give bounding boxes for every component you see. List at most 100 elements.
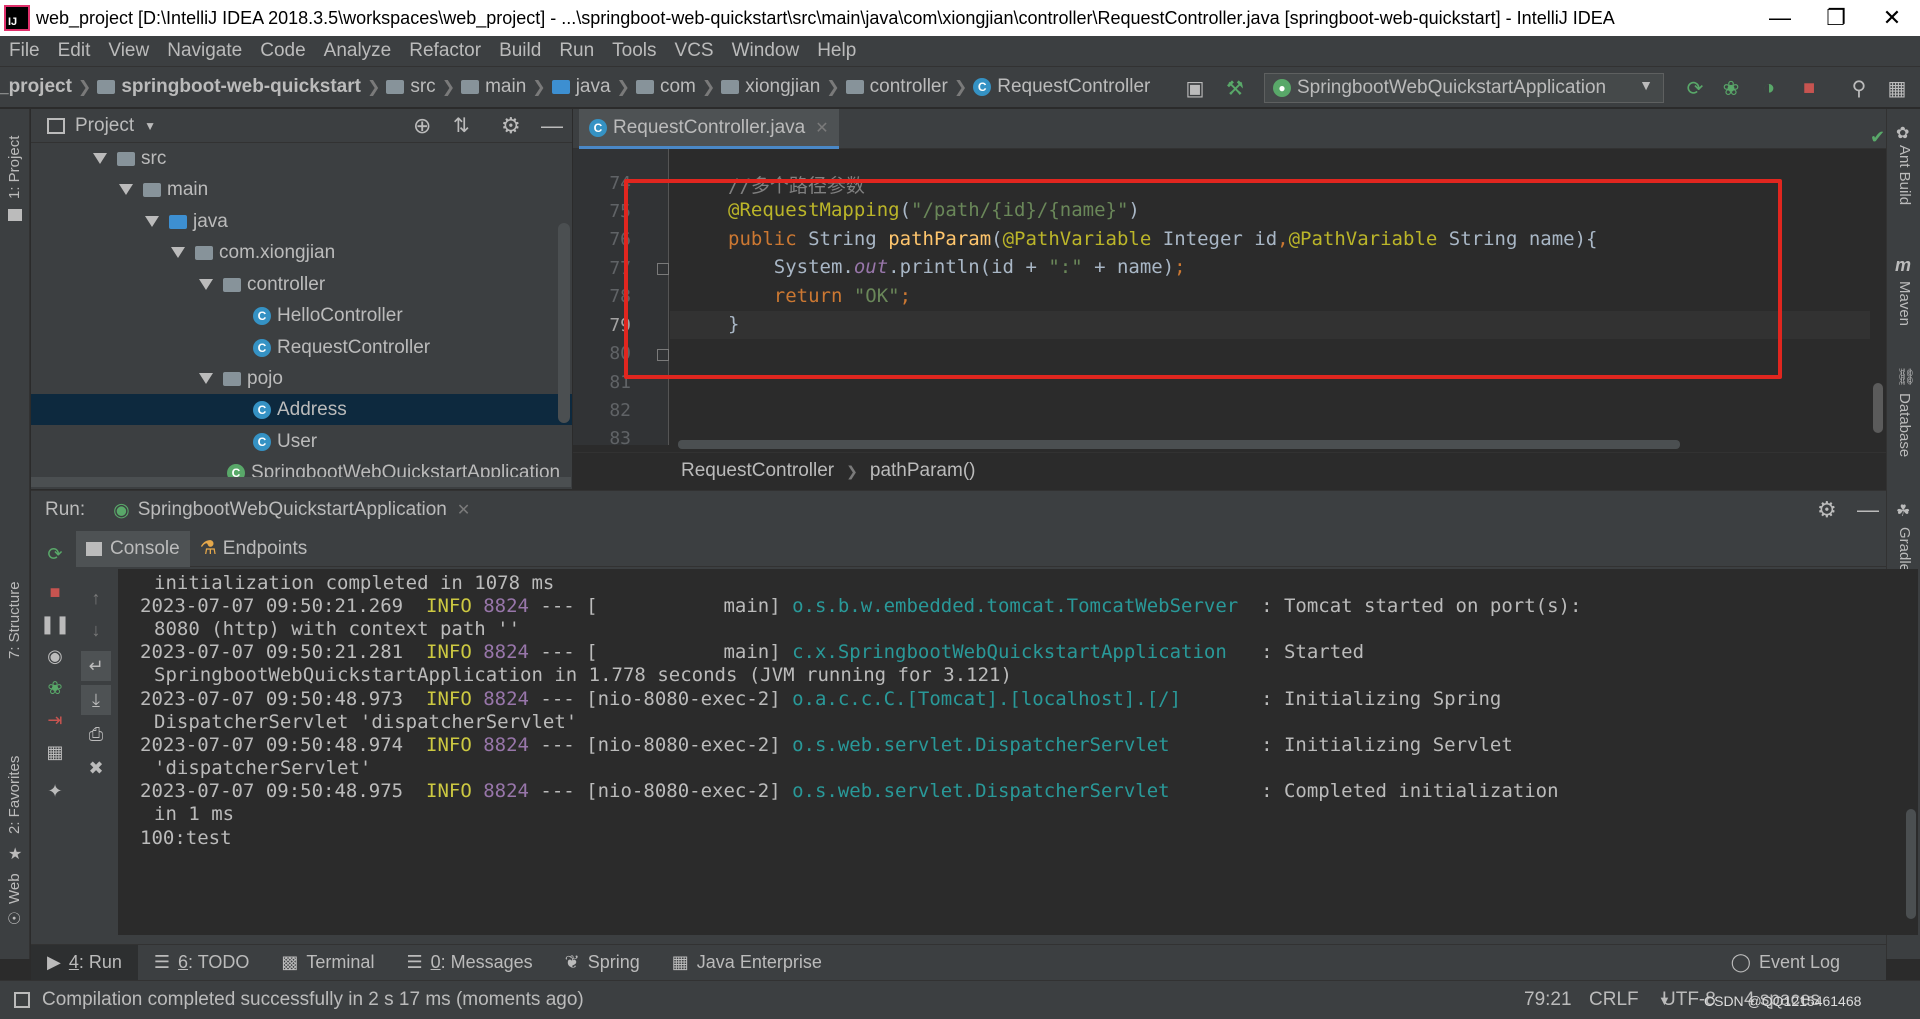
menu-vcs[interactable]: VCS [666,40,723,62]
breadcrumb-project[interactable]: _project ❯ [0,76,97,98]
tab-console[interactable]: Console [76,530,190,567]
breadcrumb-main[interactable]: main ❯ [461,76,552,98]
hide-panel-icon[interactable]: — [541,113,563,139]
console-output[interactable]: initialization completed in 1078 ms 2023… [118,569,1918,935]
menu-view[interactable]: View [99,40,158,62]
tool-tab-run[interactable]: ▶ 4: Run [31,944,138,981]
breadcrumb-class[interactable]: C RequestController [973,76,1150,98]
expand-arrow-icon[interactable] [145,216,159,227]
tool-tab-todo[interactable]: ☰ 6: TODO [138,945,266,981]
tree-item-hello-controller[interactable]: C HelloController [31,300,572,331]
close-tab-icon[interactable]: ✕ [457,500,470,520]
expand-arrow-icon[interactable] [93,153,107,164]
stripe-maven-tab[interactable]: Maven [1896,281,1913,326]
maximize-button[interactable]: ❐ [1808,0,1864,36]
tool-tab-messages[interactable]: ☰ 0: Messages [390,945,548,981]
stop-icon[interactable]: ■ [1796,75,1822,101]
stripe-gradle-tab[interactable]: Gradle [1896,527,1913,572]
breadcrumb-method[interactable]: pathParam() [870,460,976,482]
menu-tools[interactable]: Tools [603,40,665,62]
menu-build[interactable]: Build [490,40,550,62]
expand-arrow-icon[interactable] [171,247,185,258]
pin-icon[interactable]: ✦ [40,776,70,806]
pause-icon[interactable]: ❚❚ [40,609,70,639]
editor-horizontal-scrollbar[interactable] [678,440,1680,449]
expand-arrow-icon[interactable] [199,373,213,384]
tree-item-main[interactable]: main [31,174,572,205]
breadcrumb-controller[interactable]: controller ❯ [845,76,974,98]
menu-analyze[interactable]: Analyze [315,40,401,62]
scroll-to-end-icon[interactable]: ⤓ [81,685,111,715]
close-window-button[interactable]: ✕ [1864,0,1920,36]
hide-panel-icon[interactable]: — [1857,497,1879,523]
tool-tab-java-enterprise[interactable]: ▦ Java Enterprise [656,945,838,981]
tree-item-controller[interactable]: controller [31,269,572,300]
breadcrumb-com[interactable]: com ❯ [635,76,721,98]
menu-code[interactable]: Code [251,40,314,62]
tree-item-request-controller[interactable]: C RequestController [31,332,572,363]
stripe-database-tab[interactable]: Database [1896,393,1913,457]
expand-arrow-icon[interactable] [199,279,213,290]
dump-threads-camera-icon[interactable]: ◉ [40,641,70,671]
toggle-tool-windows-icon[interactable] [14,992,30,1008]
breadcrumb-java[interactable]: java ❯ [551,76,636,98]
collapse-all-icon[interactable]: ⇅ [453,113,470,138]
tool-tab-spring[interactable]: ❦ Spring [549,945,656,981]
minimize-button[interactable]: — [1752,0,1808,36]
breadcrumb-src[interactable]: src ❯ [386,76,461,98]
horizontal-scrollbar[interactable] [31,477,571,487]
rerun-icon[interactable]: ⟳ [1682,75,1708,101]
editor-tab-request-controller[interactable]: C RequestController.java ✕ [579,109,839,149]
layout-icon[interactable]: ▦ [40,737,70,767]
tree-item-com-xiongjian[interactable]: com.xiongjian [31,237,572,268]
print-icon[interactable]: ⎙ [81,719,111,749]
update-application-icon[interactable]: ❀ [40,673,70,703]
trash-icon[interactable]: ✖ [81,753,111,783]
stripe-favorites-tab[interactable]: 2: Favorites [6,756,23,834]
menu-run[interactable]: Run [550,40,603,62]
tree-item-java[interactable]: java [31,206,572,237]
tool-tab-event-log[interactable]: ◯ Event Log [1715,945,1856,981]
stripe-ant-build-tab[interactable]: Ant Build [1896,145,1913,205]
run-with-coverage-icon[interactable]: ◑ [1756,75,1782,101]
tree-item-address[interactable]: C Address [31,394,572,425]
breadcrumb-xiongjian[interactable]: xiongjian ❯ [721,76,845,98]
scroll-up-icon[interactable]: ↑ [81,583,111,613]
build-hammer-icon[interactable]: ⚒ [1222,75,1248,101]
menu-refactor[interactable]: Refactor [400,40,490,62]
close-tab-icon[interactable]: ✕ [815,118,828,138]
gear-icon[interactable]: ⚙ [501,113,521,139]
vertical-scrollbar[interactable] [558,223,570,423]
menu-navigate[interactable]: Navigate [158,40,251,62]
project-view-select[interactable]: Project [75,115,134,137]
stripe-structure-tab[interactable]: 7: Structure [6,581,23,659]
rerun-icon[interactable]: ⟳ [40,539,70,569]
run-configuration-select[interactable]: ● SpringbootWebQuickstartApplication ▼ [1264,73,1664,103]
tree-item-user[interactable]: C User [31,426,572,457]
project-structure-icon[interactable]: ▣ [1182,75,1208,101]
menu-window[interactable]: Window [723,40,809,62]
scroll-down-icon[interactable]: ↓ [81,615,111,645]
debug-icon[interactable]: ❀ [1718,75,1744,101]
run-config-tab[interactable]: SpringbootWebQuickstartApplication [138,499,447,521]
status-message[interactable]: Compilation completed successfully in 2 … [42,989,584,1011]
search-icon[interactable]: ⚲ [1846,75,1872,101]
console-scrollbar[interactable] [1906,809,1916,919]
stop-icon[interactable]: ■ [40,577,70,607]
chevron-down-icon[interactable]: ▼ [144,119,156,133]
exit-icon[interactable]: ⇥ [40,705,70,735]
stripe-project-tab[interactable]: 1: Project [6,136,23,199]
editor-vertical-scrollbar[interactable] [1873,383,1883,433]
expand-arrow-icon[interactable] [119,184,133,195]
menu-edit[interactable]: Edit [49,40,100,62]
tree-item-src[interactable]: src [31,143,572,174]
project-structure-dialog-icon[interactable]: ▦ [1884,75,1910,101]
tool-tab-terminal[interactable]: ▩ Terminal [265,945,390,981]
menu-help[interactable]: Help [808,40,865,62]
locate-file-icon[interactable]: ⊕ [413,113,431,139]
gear-icon[interactable]: ⚙ [1817,497,1837,523]
menu-file[interactable]: File [0,40,49,62]
tree-item-pojo[interactable]: pojo [31,363,572,394]
stripe-web-tab[interactable]: Web [6,873,23,904]
breadcrumb-module[interactable]: springboot-web-quickstart ❯ [97,76,386,98]
